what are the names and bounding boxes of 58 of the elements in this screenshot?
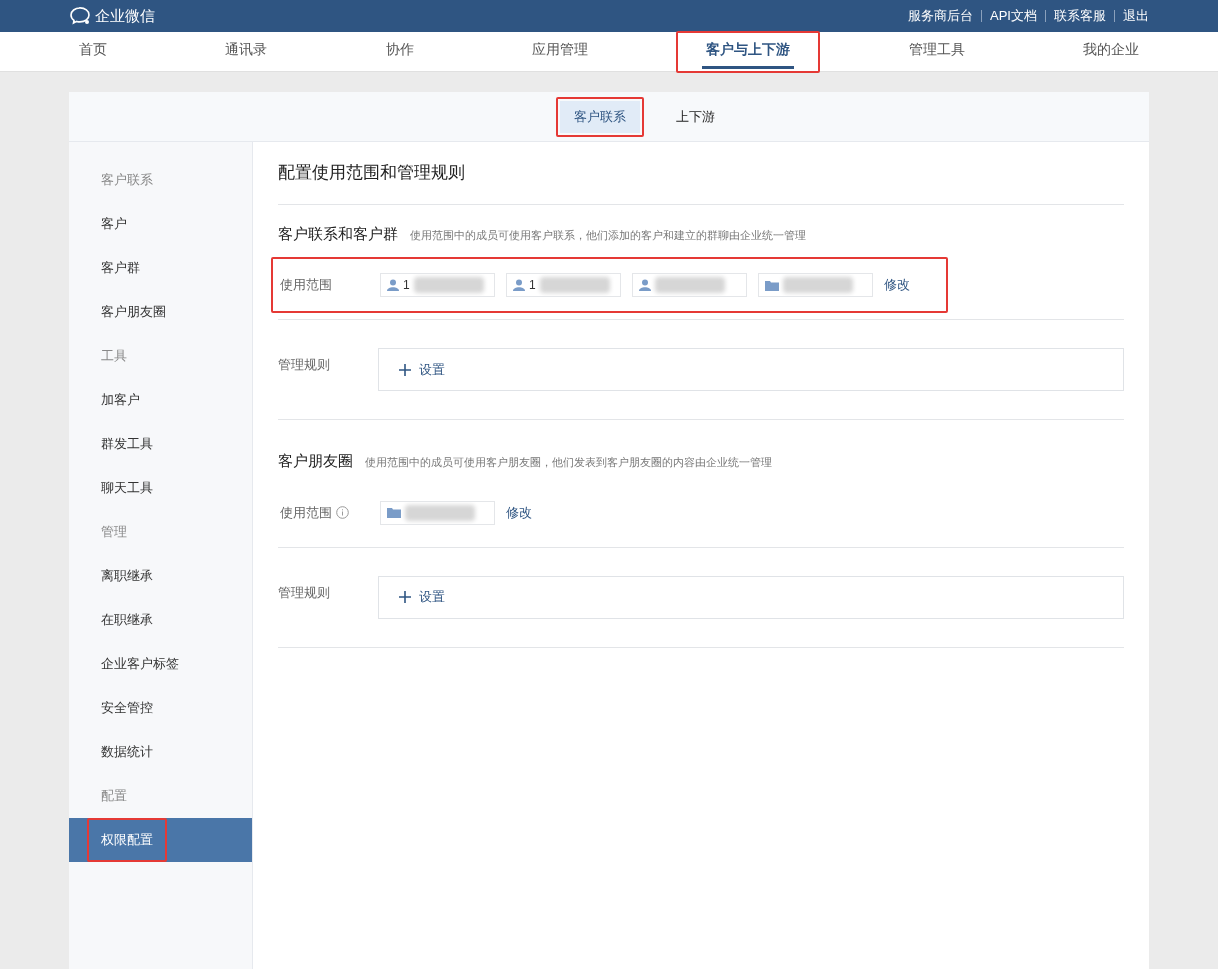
section-description: 使用范围中的成员可使用客户联系，他们添加的客户和建立的群聊由企业统一管理 — [410, 227, 806, 243]
nav-tab[interactable]: 客户与上下游 — [676, 30, 821, 73]
nav-tab[interactable]: 我的企业 — [1052, 30, 1169, 73]
field-label: 管理规则 — [278, 584, 330, 600]
nav-tab[interactable]: 管理工具 — [878, 30, 995, 73]
top-link[interactable]: 服务商后台 — [908, 6, 974, 26]
nav-tab[interactable]: 首页 — [49, 30, 138, 73]
chip-text: 1 — [403, 277, 410, 294]
sidebar-item[interactable]: 离职继承 — [69, 554, 252, 598]
sidebar-item[interactable]: 在职继承 — [69, 598, 252, 642]
section-title: 客户朋友圈 — [278, 451, 353, 471]
sidebar-item[interactable]: 安全管控 — [69, 686, 252, 730]
section-description: 使用范围中的成员可使用客户朋友圈，他们发表到客户朋友圈的内容由企业统一管理 — [365, 455, 772, 470]
edit-link[interactable]: 修改 — [884, 275, 910, 295]
nav-tab[interactable]: 协作 — [355, 30, 444, 73]
folder-icon — [765, 279, 779, 291]
person-icon — [513, 279, 525, 291]
sidebar-item[interactable]: 数据统计 — [69, 730, 252, 774]
folder-icon — [387, 507, 401, 518]
chip-text: 1 — [529, 277, 536, 294]
top-link[interactable]: 联系客服 — [1054, 6, 1106, 26]
set-rules-button[interactable]: 设置 — [378, 348, 1124, 391]
sidebar-item[interactable]: 客户朋友圈 — [69, 290, 252, 334]
chat-bubble-icon — [69, 6, 91, 26]
sidebar-heading: 工具 — [101, 347, 127, 366]
blurred-name — [413, 277, 484, 293]
sub-tab[interactable]: 上下游 — [657, 96, 733, 137]
top-link[interactable]: API文档 — [990, 6, 1037, 26]
sidebar-item[interactable]: 聊天工具 — [69, 466, 252, 510]
logo-text: 企业微信 — [95, 5, 155, 26]
sub-tab[interactable]: 客户联系 — [555, 96, 644, 137]
blurred-name — [655, 277, 725, 293]
plus-icon — [399, 591, 411, 603]
sidebar-item[interactable]: 客户 — [69, 202, 252, 246]
sidebar-item[interactable]: 客户群 — [69, 246, 252, 290]
set-rules-button[interactable]: 设置 — [378, 575, 1124, 619]
field-label: 使用范围 — [280, 276, 332, 295]
plus-icon — [399, 363, 411, 376]
person-icon — [387, 279, 399, 291]
sidebar-heading: 配置 — [101, 787, 127, 806]
nav-tab[interactable]: 应用管理 — [502, 30, 618, 73]
sidebar-item[interactable]: 企业客户标签 — [69, 642, 252, 686]
blurred-name — [405, 504, 475, 521]
field-label: 使用范围 — [280, 503, 332, 522]
nav-tab[interactable]: 通讯录 — [195, 30, 298, 73]
person-icon — [639, 279, 651, 291]
section-title: 客户联系和客户群 — [278, 223, 398, 244]
sidebar-item[interactable]: 群发工具 — [69, 422, 252, 466]
sidebar-heading: 管理 — [101, 523, 127, 542]
sidebar-item[interactable]: 加客户 — [69, 378, 252, 422]
field-label: 管理规则 — [278, 357, 330, 372]
sidebar-heading: 客户联系 — [101, 171, 153, 190]
blurred-name — [783, 277, 853, 293]
blurred-name — [539, 277, 610, 293]
top-link[interactable]: 退出 — [1123, 6, 1149, 26]
edit-link[interactable]: 修改 — [506, 502, 532, 523]
sidebar-item[interactable]: 权限配置 — [69, 818, 252, 862]
page-title: 配置使用范围和管理规则 — [278, 163, 465, 182]
